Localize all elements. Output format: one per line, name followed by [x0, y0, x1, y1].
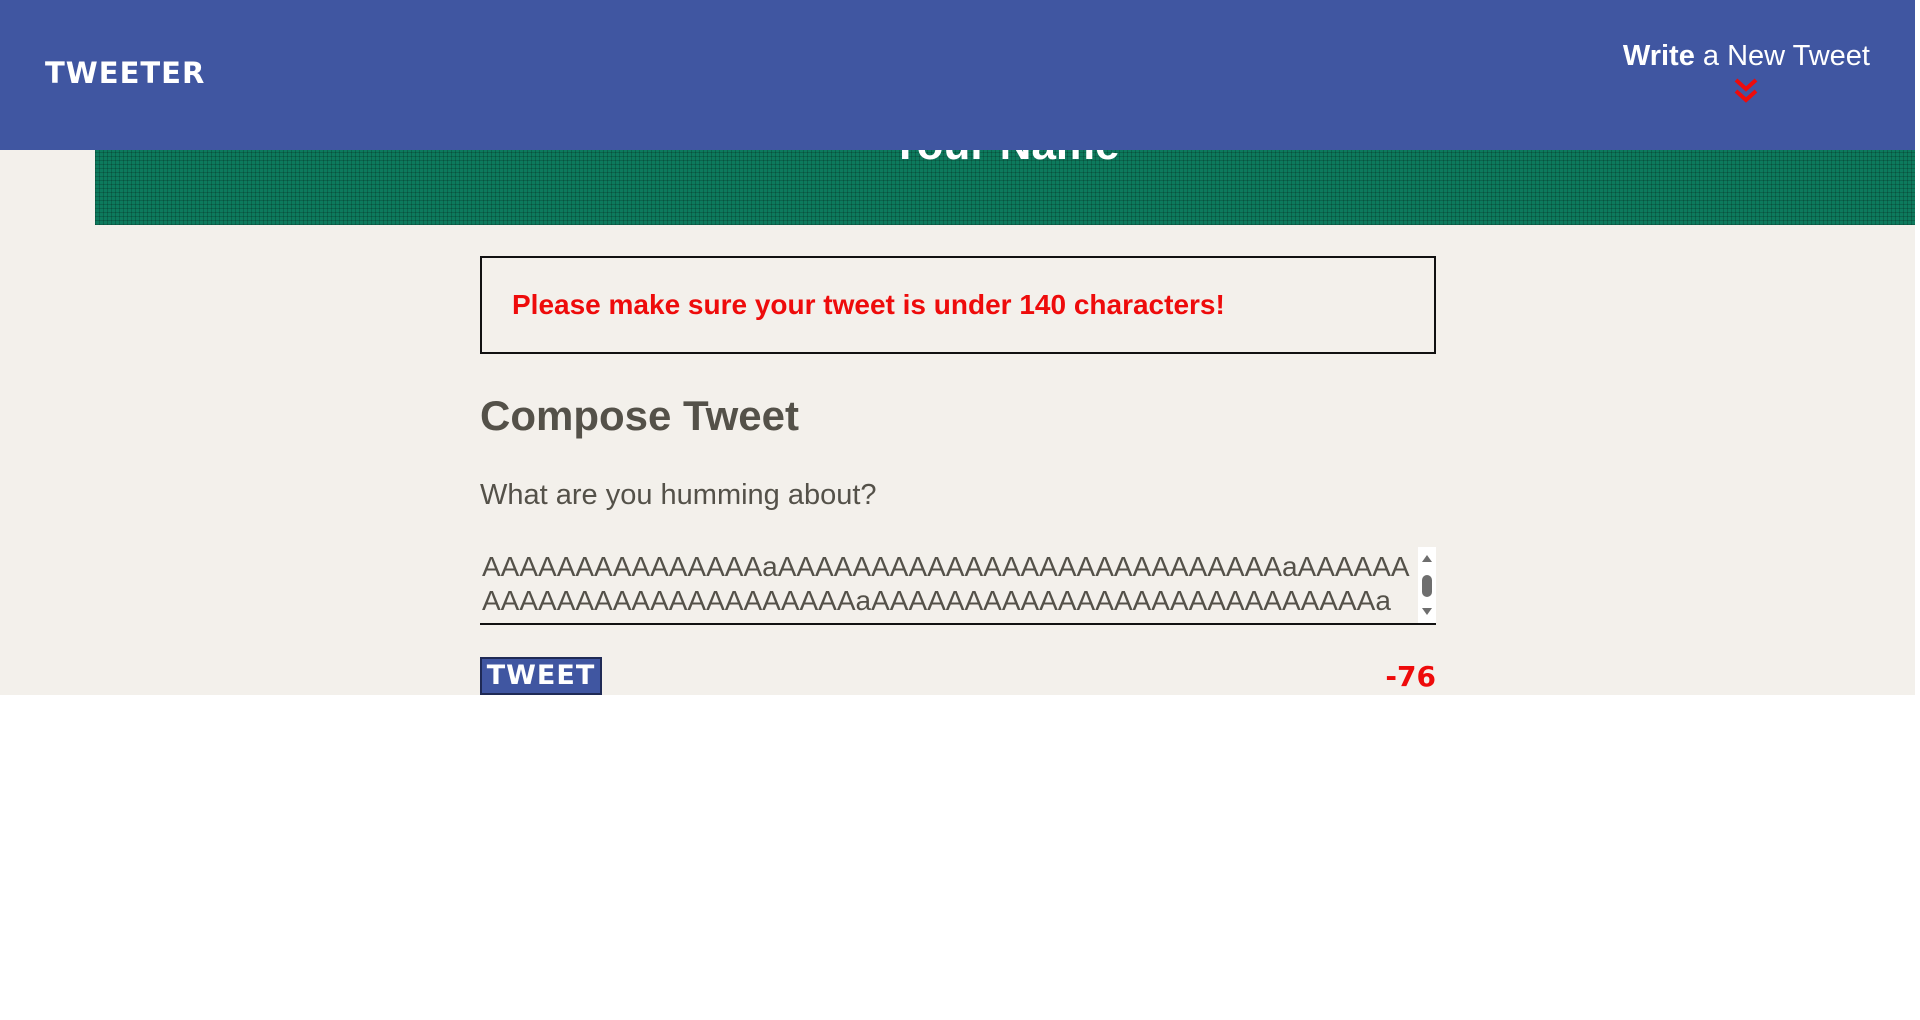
textarea-scrollbar[interactable]: [1418, 547, 1436, 623]
textarea-underline: [480, 623, 1436, 625]
write-bold-text: Write: [1622, 40, 1695, 72]
top-navbar: TWEETER Write a New Tweet: [0, 0, 1915, 150]
write-new-tweet-link[interactable]: Write a New Tweet: [1623, 40, 1870, 105]
profile-banner: Your Name: [95, 150, 1915, 225]
error-message: Please make sure your tweet is under 140…: [512, 289, 1225, 320]
scroll-down-arrow-icon[interactable]: [1422, 608, 1432, 615]
write-new-tweet-label: Write a New Tweet: [1623, 40, 1870, 73]
tweet-text-content[interactable]: AAAAAAAAAAAAAAAaAAAAAAAAAAAAAAAAAAAAAAAA…: [482, 550, 1412, 622]
error-message-box: Please make sure your tweet is under 140…: [480, 256, 1436, 354]
scroll-thumb[interactable]: [1422, 575, 1432, 597]
write-rest-text: a New Tweet: [1694, 40, 1870, 72]
profile-name: Your Name: [95, 150, 1915, 170]
brand-logo[interactable]: TWEETER: [45, 56, 205, 90]
double-chevron-down-icon[interactable]: [1733, 77, 1759, 105]
character-counter: -76: [1385, 660, 1436, 693]
compose-title: Compose Tweet: [480, 392, 799, 439]
scroll-up-arrow-icon[interactable]: [1422, 555, 1432, 562]
tweet-placeholder-label[interactable]: [480, 475, 1420, 515]
tweet-submit-button[interactable]: TWEET: [480, 657, 602, 695]
tweet-textarea[interactable]: AAAAAAAAAAAAAAAaAAAAAAAAAAAAAAAAAAAAAAAA…: [480, 475, 1436, 625]
